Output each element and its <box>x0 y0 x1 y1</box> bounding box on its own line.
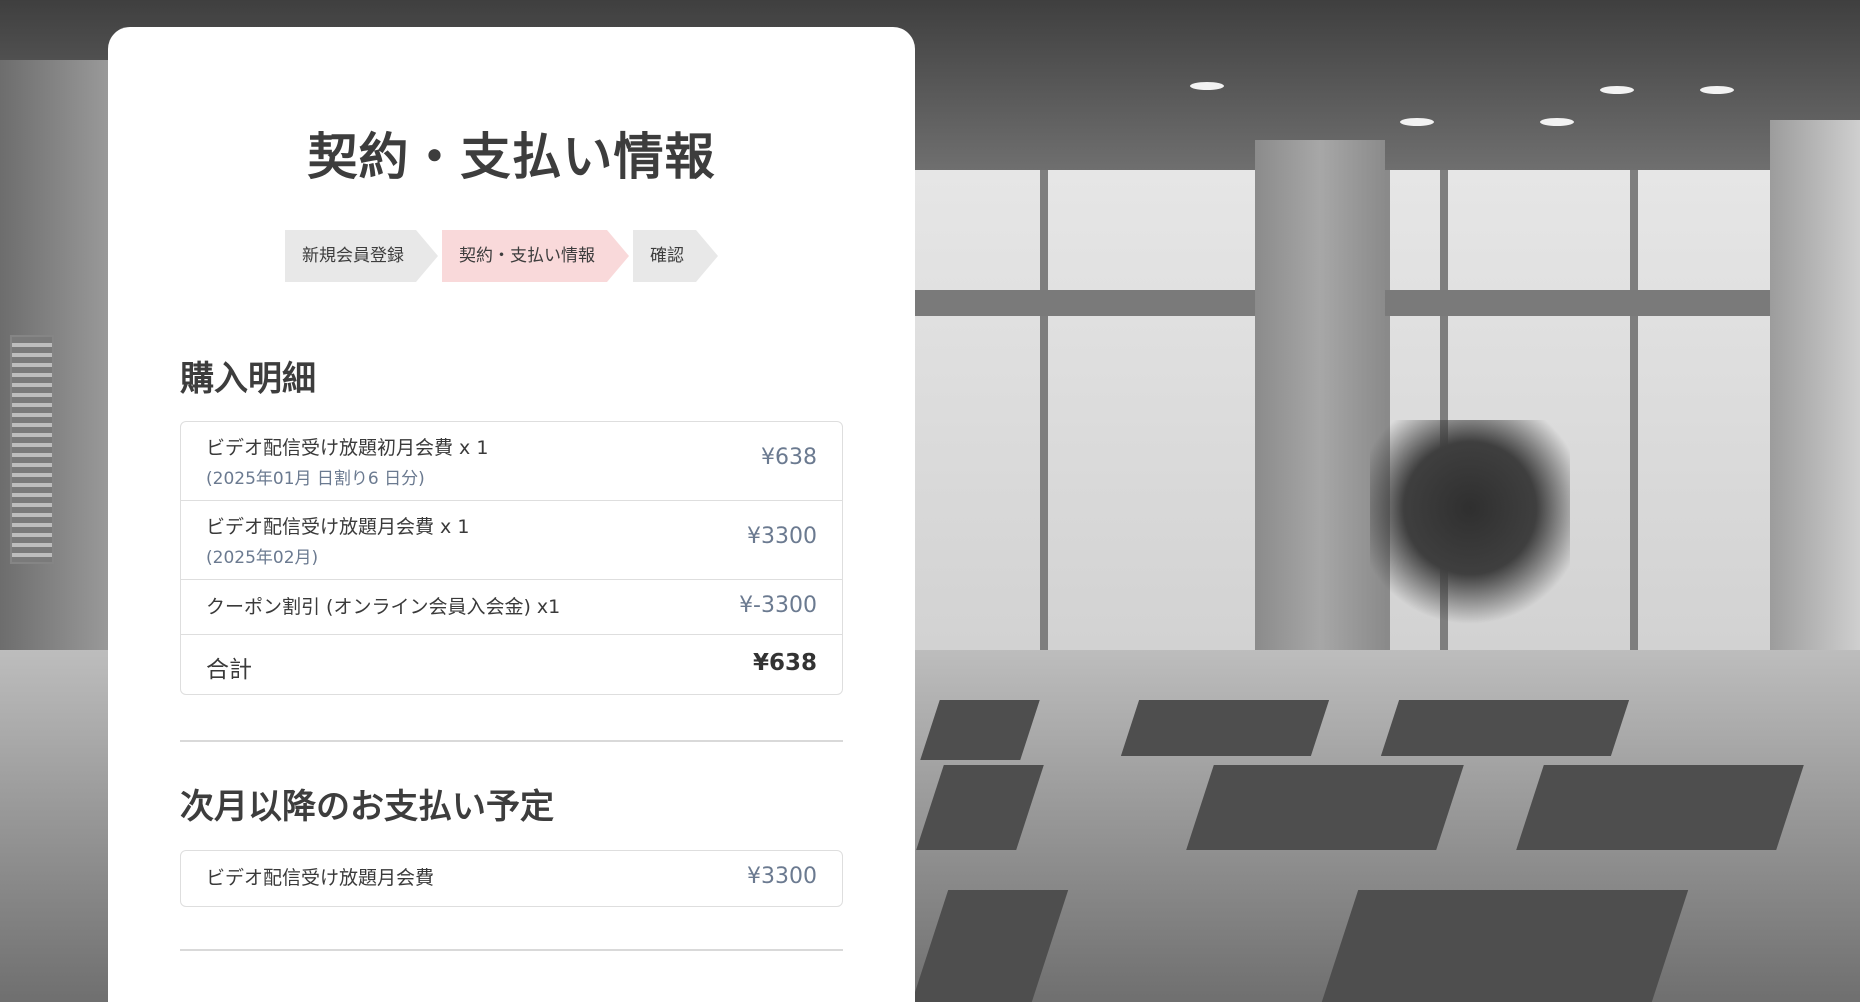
item-note: (2025年02月) <box>206 548 319 568</box>
total-label: 合計 <box>206 657 252 683</box>
total-price: ¥638 <box>752 650 817 676</box>
purchase-table: ビデオ配信受け放題初月会費 x 1 (2025年01月 日割り6 日分) ¥63… <box>180 421 843 695</box>
purchase-heading: 購入明細 <box>180 359 316 399</box>
wall-vent <box>10 335 54 564</box>
step-registration: 新規会員登録 <box>285 230 438 282</box>
ceiling-light <box>1600 86 1634 94</box>
screen: 契約・支払い情報 新規会員登録 契約・支払い情報 確認 購入明細 ビデオ配信受け… <box>0 0 1860 1002</box>
yoga-mat <box>1186 765 1464 850</box>
ceiling-light <box>1190 82 1224 90</box>
item-price: ¥3300 <box>747 524 817 549</box>
table-row: クーポン割引 (オンライン会員入会金) x1 ¥-3300 <box>181 580 842 635</box>
window <box>905 170 1265 650</box>
yoga-mat <box>1380 700 1630 756</box>
item-price: ¥-3300 <box>739 593 817 618</box>
yoga-mat <box>920 700 1040 760</box>
ceiling-light <box>1540 118 1574 126</box>
right-wall <box>1770 120 1860 680</box>
ceiling-light <box>1400 118 1434 126</box>
table-row: ビデオ配信受け放題初月会費 x 1 (2025年01月 日割り6 日分) ¥63… <box>181 422 842 501</box>
item-price: ¥638 <box>761 445 817 470</box>
table-row: ビデオ配信受け放題月会費 ¥3300 <box>181 851 842 906</box>
window-transom <box>910 290 1860 316</box>
item-note: (2025年01月 日割り6 日分) <box>206 469 425 489</box>
yoga-mat <box>1516 765 1804 850</box>
item-name: ビデオ配信受け放題初月会費 x 1 <box>206 437 489 459</box>
step-confirm: 確認 <box>633 230 718 282</box>
section-divider <box>180 949 843 951</box>
page-title: 契約・支払い情報 <box>307 128 716 186</box>
schedule-table: ビデオ配信受け放題月会費 ¥3300 <box>180 850 843 907</box>
yoga-mat <box>1120 700 1330 756</box>
item-name: ビデオ配信受け放題月会費 <box>206 867 435 889</box>
schedule-heading: 次月以降のお支払い予定 <box>180 787 554 827</box>
pillar <box>1255 140 1385 660</box>
window-mullion <box>1040 170 1048 650</box>
yoga-mat <box>1321 890 1689 1002</box>
step-contract-payment: 契約・支払い情報 <box>442 230 629 282</box>
table-row: ビデオ配信受け放題月会費 x 1 (2025年02月) ¥3300 <box>181 501 842 580</box>
section-divider <box>180 740 843 742</box>
table-row-total: 合計 ¥638 <box>181 635 842 694</box>
window-mullion <box>1630 170 1638 650</box>
progress-stepper: 新規会員登録 契約・支払い情報 確認 <box>285 230 722 282</box>
item-name: ビデオ配信受け放題月会費 x 1 <box>206 516 470 538</box>
item-price: ¥3300 <box>747 864 817 889</box>
item-name: クーポン割引 (オンライン会員入会金) x1 <box>206 596 561 618</box>
ceiling-light <box>1700 86 1734 94</box>
registration-card: 契約・支払い情報 新規会員登録 契約・支払い情報 確認 購入明細 ビデオ配信受け… <box>108 27 915 1002</box>
plant <box>1370 420 1570 640</box>
